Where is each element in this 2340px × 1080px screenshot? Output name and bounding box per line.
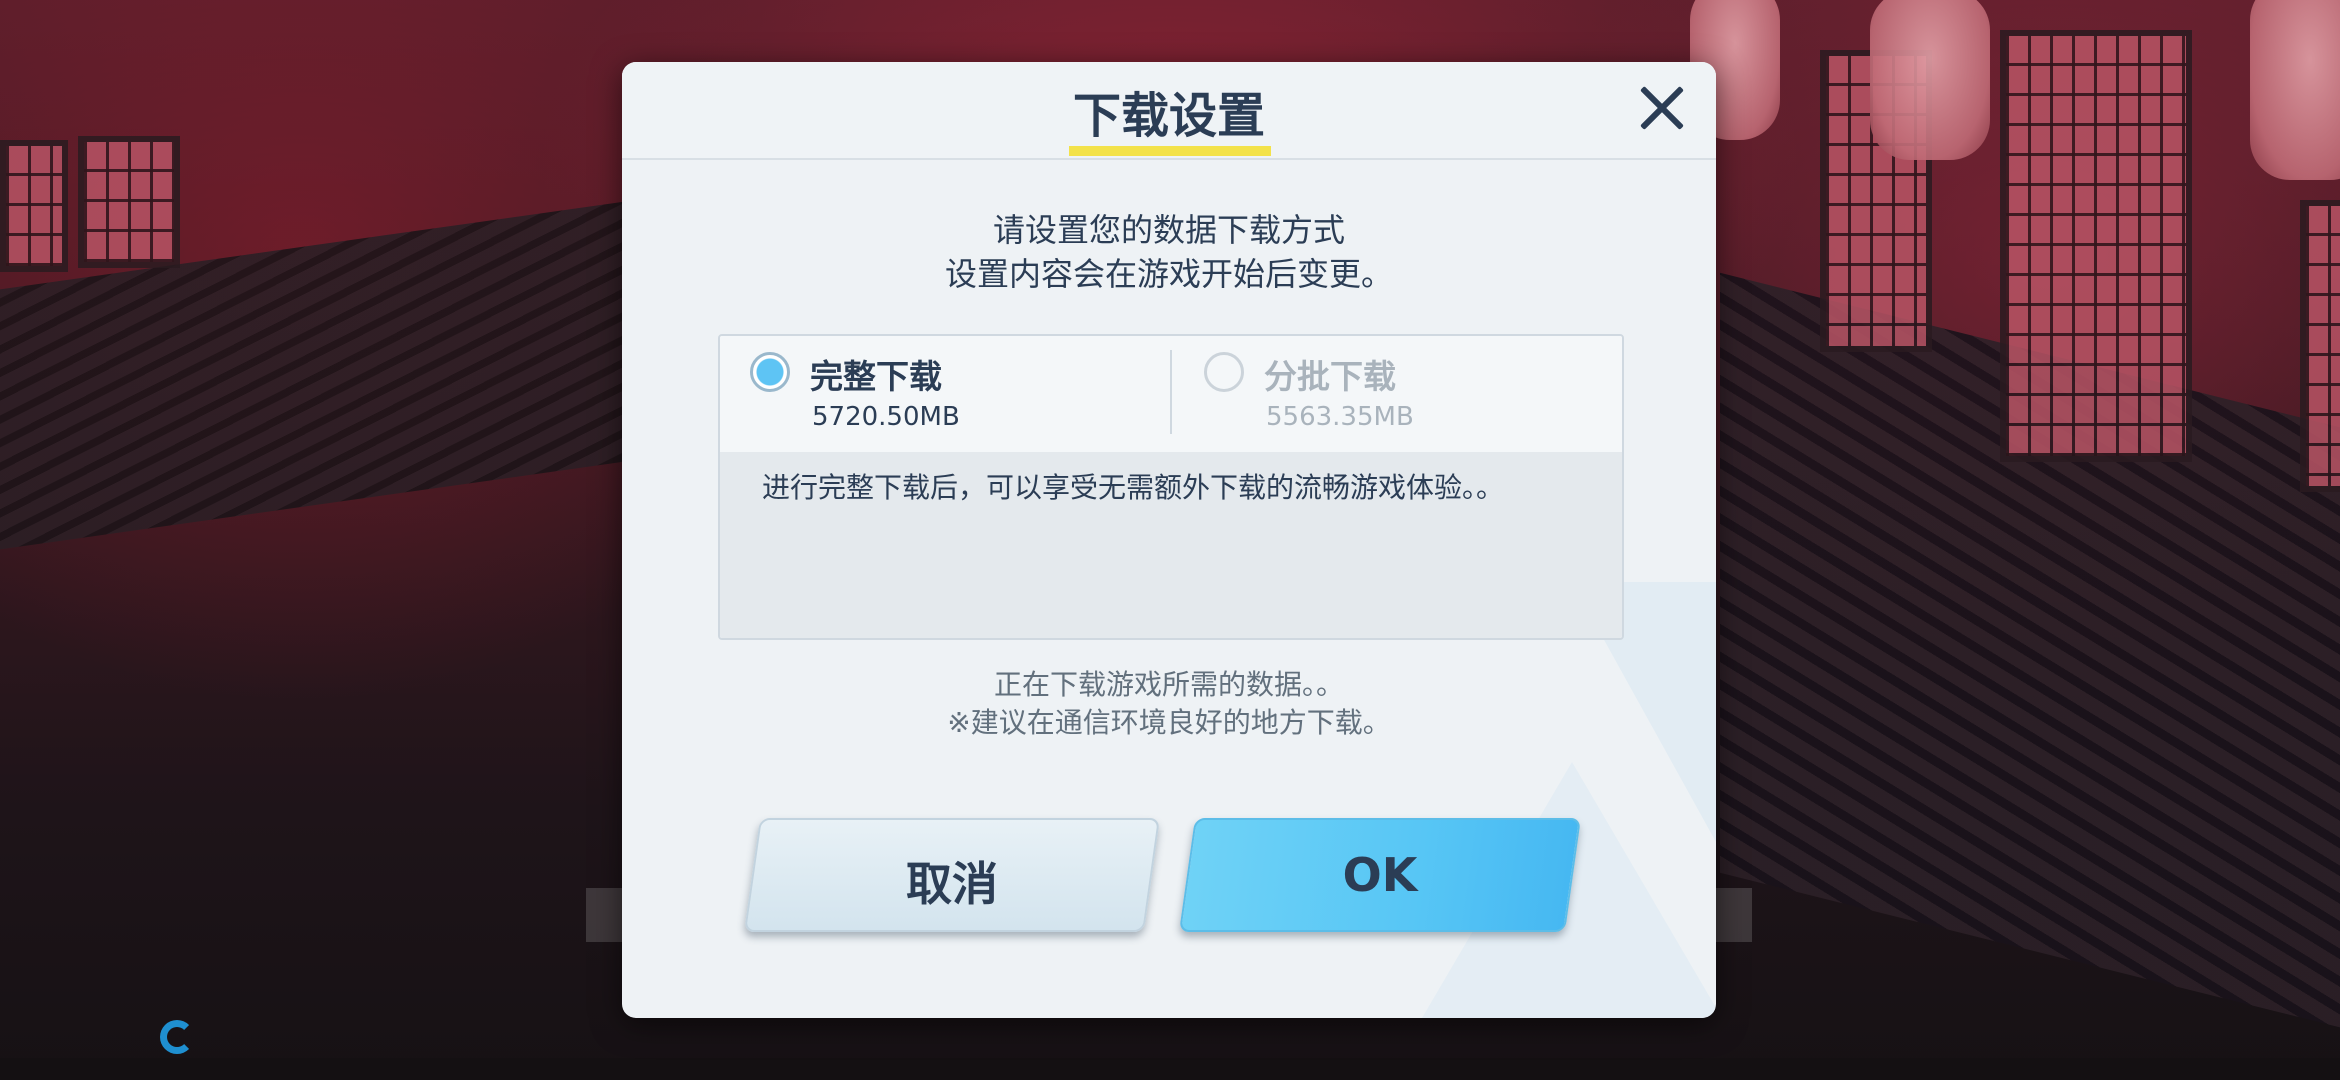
background-dim-strip — [1712, 888, 1752, 942]
background-window — [2000, 30, 2192, 462]
background-window — [0, 140, 68, 272]
radio-batch-download[interactable] — [1204, 352, 1244, 392]
dialog-header: 下载设置 — [622, 62, 1716, 160]
option-batch-download-label: 分批下载 — [1264, 357, 1396, 396]
background-lantern — [1870, 0, 1990, 160]
download-settings-dialog: 下载设置 请设置您的数据下载方式 设置内容会在游戏开始后变更。 完整下载 572… — [622, 62, 1716, 1018]
notice-line-2: ※建议在通信环境良好的地方下载。 — [947, 706, 1391, 739]
options-row: 完整下载 5720.50MB 分批下载 5563.35MB — [720, 336, 1622, 452]
bottom-bar — [0, 1058, 2340, 1080]
ok-button-label: OK — [1342, 848, 1418, 902]
title-underline — [1069, 146, 1271, 156]
option-full-download[interactable]: 完整下载 5720.50MB — [720, 336, 1160, 452]
download-notice: 正在下载游戏所需的数据。。 ※建议在通信环境良好的地方下载。 — [622, 666, 1716, 742]
instruction-line-2: 设置内容会在游戏开始后变更。 — [944, 255, 1393, 293]
cancel-button[interactable]: 取消 — [743, 818, 1161, 932]
background-dim-strip — [586, 888, 626, 942]
option-batch-download-size: 5563.35MB — [1266, 402, 1414, 432]
option-full-download-size: 5720.50MB — [812, 402, 960, 432]
background-lantern — [2250, 0, 2340, 180]
option-description: 进行完整下载后，可以享受无需额外下载的流畅游戏体验。。 — [762, 471, 1505, 504]
option-description-area: 进行完整下载后，可以享受无需额外下载的流畅游戏体验。。 — [720, 452, 1622, 638]
cancel-button-label: 取消 — [906, 857, 998, 911]
download-options-box: 完整下载 5720.50MB 分批下载 5563.35MB 进行完整下载后，可以… — [718, 334, 1624, 640]
background-window — [2300, 200, 2340, 492]
dialog-title: 下载设置 — [1072, 88, 1265, 144]
ok-button[interactable]: OK — [1178, 818, 1582, 932]
options-divider — [1170, 350, 1172, 434]
radio-full-download[interactable] — [750, 352, 790, 392]
game-background: 下载设置 请设置您的数据下载方式 设置内容会在游戏开始后变更。 完整下载 572… — [0, 0, 2340, 1080]
option-full-download-label: 完整下载 — [810, 357, 942, 396]
instruction-text: 请设置您的数据下载方式 设置内容会在游戏开始后变更。 — [622, 208, 1716, 296]
loading-icon — [160, 1020, 194, 1054]
notice-line-1: 正在下载游戏所需的数据。。 — [993, 668, 1344, 701]
option-batch-download[interactable]: 分批下载 5563.35MB — [1174, 336, 1614, 452]
background-window — [78, 136, 180, 268]
close-icon[interactable] — [1632, 78, 1692, 138]
instruction-line-1: 请设置您的数据下载方式 — [992, 211, 1345, 249]
